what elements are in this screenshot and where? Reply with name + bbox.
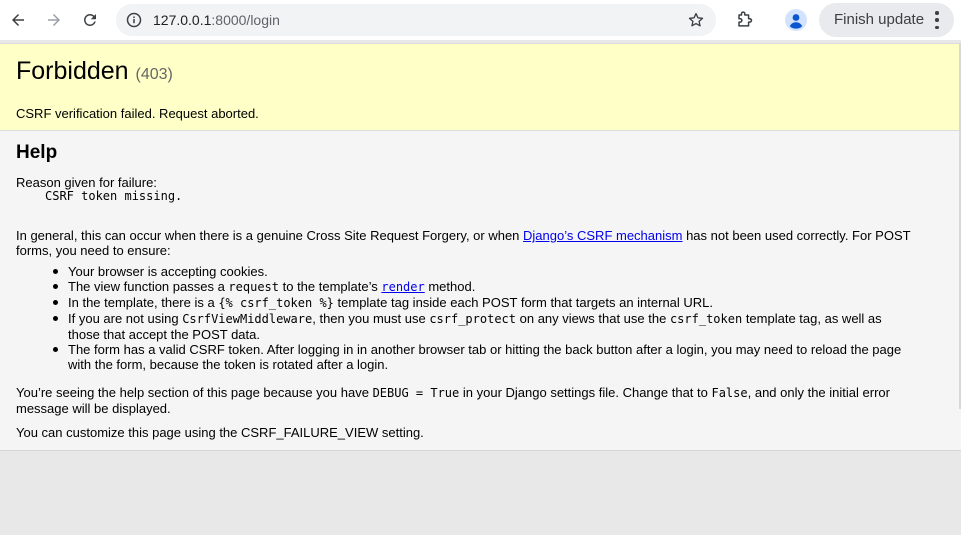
forward-arrow-icon xyxy=(48,14,60,26)
customize-notice: You can customize this page using the CS… xyxy=(16,425,424,440)
browser-toolbar: 127.0.0.1:8000/login Finish update xyxy=(0,0,961,40)
reason-text: CSRF token missing. xyxy=(45,189,183,203)
list-item: The view function passes a request to th… xyxy=(16,279,906,295)
site-info-icon[interactable] xyxy=(124,10,144,30)
item-text: template tag inside each POST form that … xyxy=(333,295,714,310)
inline-code: {% csrf_token %} xyxy=(218,296,334,310)
help-section: Help Reason given for failure: CSRF toke… xyxy=(0,131,961,451)
item-text: method. xyxy=(424,279,476,294)
item-text: on any views that use the xyxy=(516,311,670,326)
finish-update-label: Finish update xyxy=(834,11,925,28)
page-title: Forbidden (403) xyxy=(16,57,173,89)
item-text: The view function passes a xyxy=(68,279,229,294)
item-text: to the template’s xyxy=(279,279,382,294)
inline-code: render xyxy=(381,280,425,294)
inline-code: CsrfViewMiddleware xyxy=(182,312,313,326)
title-text: Forbidden xyxy=(16,57,129,85)
page-content: Forbidden (403) CSRF verification failed… xyxy=(0,43,961,535)
item-text: The form has a valid CSRF token. After l… xyxy=(68,342,902,372)
error-summary: Forbidden (403) CSRF verification failed… xyxy=(0,43,961,131)
more-vert-icon[interactable] xyxy=(933,11,941,29)
para-text: In general, this can occur when there is… xyxy=(16,228,524,243)
general-explanation: In general, this can occur when there is… xyxy=(16,228,941,258)
extensions-puzzle-icon xyxy=(738,11,753,27)
inline-code: DEBUG = True xyxy=(372,386,460,400)
item-text: , then you must use xyxy=(312,311,430,326)
profile-avatar-icon xyxy=(785,9,807,31)
item-text: Your browser is accepting cookies. xyxy=(68,264,268,279)
item-text: If you are not using xyxy=(68,311,183,326)
status-code: (403) xyxy=(135,66,173,83)
back-button[interactable] xyxy=(4,6,32,34)
inline-code: csrf_token xyxy=(669,312,743,326)
reload-button[interactable] xyxy=(76,6,104,34)
address-bar[interactable]: 127.0.0.1:8000/login xyxy=(116,4,716,36)
url-text[interactable]: 127.0.0.1:8000/login xyxy=(153,12,280,28)
list-item: If you are not using CsrfViewMiddleware,… xyxy=(16,311,906,342)
para-text: You’re seeing the help section of this p… xyxy=(16,385,373,400)
forward-button[interactable] xyxy=(40,6,68,34)
para-text: in your Django settings file. Change tha… xyxy=(459,385,712,400)
inline-code: csrf_protect xyxy=(429,312,517,326)
inline-code: False xyxy=(711,386,748,400)
list-item: Your browser is accepting cookies. xyxy=(16,264,906,279)
bookmark-star-icon[interactable] xyxy=(686,10,706,30)
url-host: 127.0.0.1 xyxy=(153,12,212,28)
extensions-button[interactable] xyxy=(730,6,758,34)
reason-label: Reason given for failure: xyxy=(16,175,157,190)
render-docs-link[interactable]: render xyxy=(381,279,424,294)
url-path: :8000/login xyxy=(211,12,280,28)
back-arrow-icon xyxy=(12,14,24,26)
help-heading: Help xyxy=(16,142,58,163)
finish-update-button[interactable]: Finish update xyxy=(819,3,954,37)
list-item: The form has a valid CSRF token. After l… xyxy=(16,342,906,372)
profile-button[interactable] xyxy=(784,8,808,32)
item-text: In the template, there is a xyxy=(68,295,219,310)
requirements-list: Your browser is accepting cookies. The v… xyxy=(16,264,906,372)
error-message: CSRF verification failed. Request aborte… xyxy=(16,106,259,121)
reload-icon xyxy=(83,13,96,26)
list-item: In the template, there is a {% csrf_toke… xyxy=(16,295,906,311)
inline-code: request xyxy=(228,280,279,294)
csrf-docs-link[interactable]: Django’s CSRF mechanism xyxy=(523,228,682,243)
debug-notice: You’re seeing the help section of this p… xyxy=(16,385,941,416)
